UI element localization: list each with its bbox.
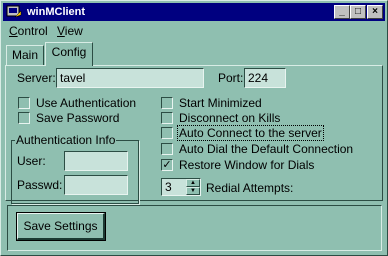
menu-view-label: iew — [64, 24, 83, 38]
use-authentication-label: Use Authentication — [36, 96, 137, 110]
redial-attempts-spinner[interactable]: 3 ▲ ▼ — [161, 178, 201, 196]
restore-window-label: Restore Window for Dials — [179, 158, 315, 172]
start-minimized-checkbox[interactable] — [161, 97, 173, 109]
menu-bar: Control View — [3, 22, 385, 40]
menu-view-mnemonic: V — [57, 24, 65, 38]
port-input[interactable] — [244, 68, 286, 88]
server-label: Server: — [17, 71, 56, 85]
close-button[interactable]: × — [367, 5, 383, 19]
port-label: Port: — [218, 71, 244, 85]
menu-control-label: ontrol — [17, 24, 48, 38]
tab-config[interactable]: Config — [45, 42, 93, 66]
auto-dial-checkbox[interactable] — [161, 143, 173, 155]
save-password-checkbox[interactable] — [18, 112, 30, 124]
app-icon[interactable] — [6, 4, 22, 20]
user-label: User: — [17, 154, 46, 168]
auto-dial-label: Auto Dial the Default Connection — [179, 142, 354, 156]
redial-attempts-value[interactable]: 3 — [165, 180, 172, 194]
disconnect-on-kills-label: Disconnect on Kills — [179, 111, 281, 125]
minimize-button[interactable]: _ — [334, 5, 350, 19]
menu-control-mnemonic: C — [9, 24, 18, 38]
start-minimized-label: Start Minimized — [179, 96, 262, 110]
save-password-label: Save Password — [36, 111, 120, 125]
auto-connect-label: Auto Connect to the server — [177, 125, 324, 141]
passwd-input[interactable] — [64, 175, 128, 195]
spin-down-arrow-icon[interactable]: ▼ — [186, 187, 200, 195]
maximize-button[interactable]: □ — [350, 5, 366, 19]
menu-view[interactable]: View — [57, 24, 83, 38]
menu-control[interactable]: Control — [9, 24, 48, 38]
auto-connect-checkbox[interactable] — [161, 127, 173, 139]
save-settings-button[interactable]: Save Settings — [16, 212, 106, 241]
spin-up-arrow-icon[interactable]: ▲ — [186, 179, 200, 187]
passwd-label: Passwd: — [17, 178, 63, 192]
redial-attempts-label: Redial Attempts: — [206, 181, 294, 195]
main-window: winMClient _ □ × Control View Main Confi… — [0, 0, 388, 256]
window-title: winMClient — [27, 6, 86, 18]
tab-main[interactable]: Main — [6, 45, 44, 65]
authentication-groupbox-title: Authentication Info — [15, 133, 117, 147]
server-input[interactable] — [56, 68, 204, 88]
title-bar[interactable]: winMClient _ □ × — [3, 3, 385, 21]
restore-window-checkbox[interactable]: ✓ — [161, 159, 173, 171]
user-input[interactable] — [64, 151, 128, 171]
use-authentication-checkbox[interactable] — [18, 97, 30, 109]
auto-connect-label-text: Auto Connect to the server — [177, 125, 324, 141]
disconnect-on-kills-checkbox[interactable] — [161, 112, 173, 124]
